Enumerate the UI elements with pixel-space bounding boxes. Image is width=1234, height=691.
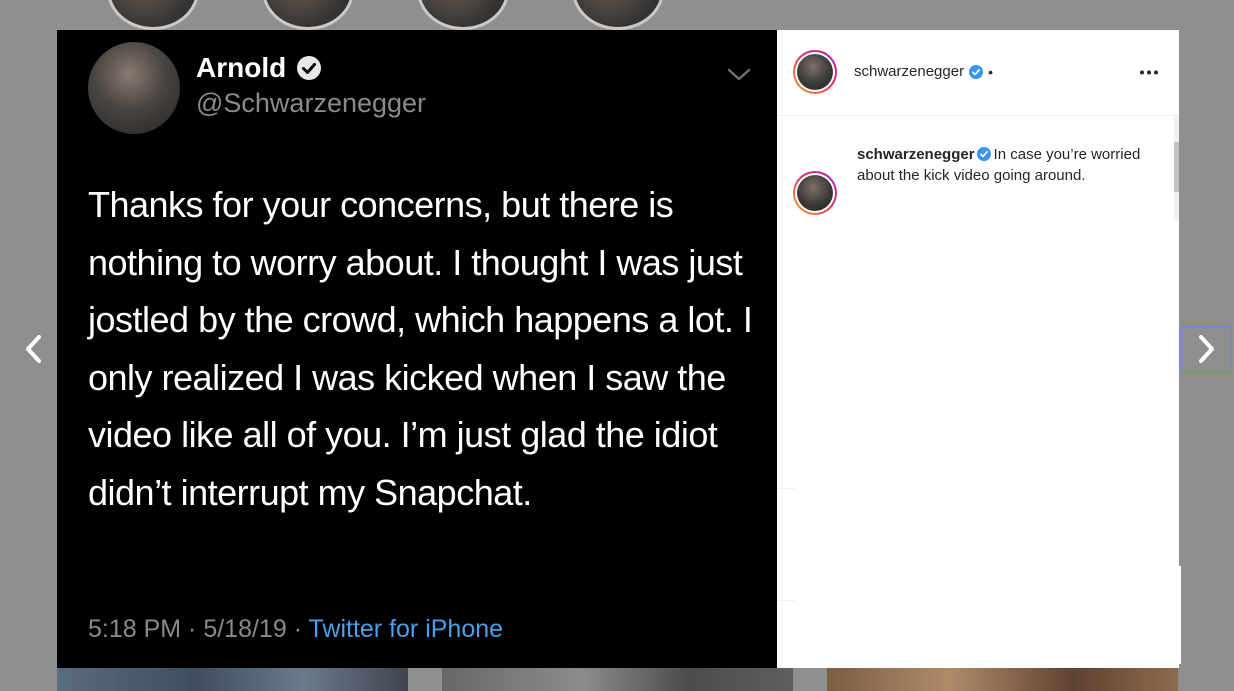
background-stories [0, 0, 1234, 30]
tweet-meta: 5:18 PM · 5/18/19 · Twitter for iPhone [88, 615, 503, 644]
caption-username[interactable]: schwarzenegger [857, 146, 975, 163]
tweet-source: Twitter for iPhone [308, 615, 504, 643]
divider [777, 488, 795, 489]
previous-post-button[interactable] [8, 326, 60, 372]
tweet-handle: @Schwarzenegger [196, 88, 427, 118]
author-avatar[interactable] [793, 50, 837, 94]
story-thumbnail[interactable] [107, 0, 199, 30]
story-thumbnail[interactable] [262, 0, 354, 30]
meta-separator: · [286, 615, 309, 643]
post-modal: Arnold @Schwarzenegger Thanks for your c… [57, 30, 1179, 668]
next-post-button[interactable] [1180, 326, 1232, 372]
meta-separator: · [181, 615, 204, 643]
more-horizontal-icon [1140, 70, 1158, 74]
tweet-text: Thanks for your concerns, but there is n… [88, 184, 753, 513]
header-dot: • [988, 63, 993, 80]
panel-edge [1179, 566, 1181, 664]
author-username[interactable]: schwarzenegger [854, 63, 964, 80]
more-options-button[interactable] [1133, 60, 1165, 84]
post-image[interactable]: Arnold @Schwarzenegger Thanks for your c… [57, 30, 777, 668]
caption-author-avatar[interactable] [793, 171, 837, 215]
tweet-avatar [88, 42, 180, 134]
post-side-panel: schwarzenegger • schwarzenegger In case … [777, 30, 1179, 668]
tweet-display-name-text: Arnold [196, 52, 287, 83]
tweet-time: 5:18 PM [88, 615, 182, 643]
grid-post-thumbnail[interactable] [442, 668, 793, 691]
grid-post-thumbnail[interactable] [57, 668, 408, 691]
post-caption: schwarzenegger In case you’re worried abo… [857, 144, 1147, 186]
tweet-display-name: Arnold [196, 52, 322, 84]
verified-badge-icon [969, 64, 984, 79]
verified-badge-icon [296, 55, 322, 81]
chevron-right-icon [1199, 335, 1214, 363]
comments-scrollbar-thumb[interactable] [1174, 142, 1179, 192]
author-info: schwarzenegger • [854, 63, 993, 80]
grid-post-thumbnail[interactable] [827, 668, 1178, 691]
verified-badge-icon [976, 147, 991, 161]
chevron-left-icon [26, 335, 41, 363]
story-thumbnail[interactable] [572, 0, 664, 30]
post-header: schwarzenegger • [777, 30, 1179, 116]
divider [777, 600, 795, 601]
tweet-date: 5/18/19 [203, 615, 287, 643]
chevron-down-icon [727, 68, 751, 82]
story-thumbnail[interactable] [417, 0, 509, 30]
